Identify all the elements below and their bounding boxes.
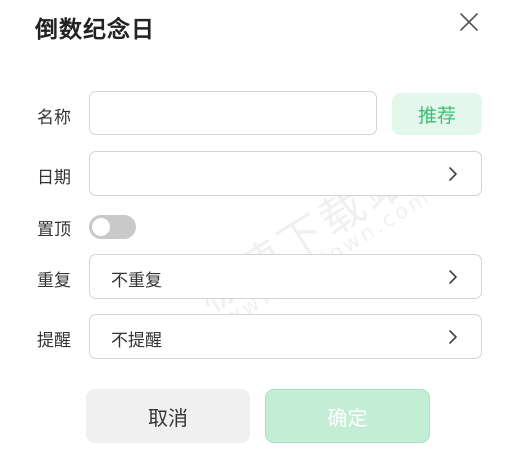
- cancel-button[interactable]: 取消: [86, 389, 250, 443]
- countdown-dialog: 倒数纪念日 极速下载站 www.mydown.com 名称 推荐 日期 置顶 重…: [0, 0, 512, 455]
- confirm-button[interactable]: 确定: [265, 389, 430, 443]
- reminder-label: 提醒: [37, 331, 71, 351]
- pin-top-label: 置顶: [37, 220, 71, 240]
- chevron-right-icon: [447, 329, 458, 345]
- reminder-select[interactable]: 不提醒: [89, 314, 482, 359]
- repeat-label: 重复: [37, 271, 71, 291]
- name-input[interactable]: [89, 91, 377, 135]
- pin-top-toggle[interactable]: [89, 215, 136, 239]
- name-label: 名称: [37, 108, 71, 128]
- repeat-value: 不重复: [111, 271, 162, 291]
- date-label: 日期: [37, 168, 71, 188]
- toggle-knob: [92, 218, 110, 236]
- date-picker[interactable]: [89, 151, 482, 196]
- reminder-value: 不提醒: [111, 331, 162, 351]
- dialog-title: 倒数纪念日: [35, 17, 155, 43]
- close-icon[interactable]: [458, 11, 480, 33]
- repeat-select[interactable]: 不重复: [89, 254, 482, 299]
- recommend-button[interactable]: 推荐: [392, 93, 482, 135]
- chevron-right-icon: [447, 269, 458, 285]
- chevron-right-icon: [447, 166, 458, 182]
